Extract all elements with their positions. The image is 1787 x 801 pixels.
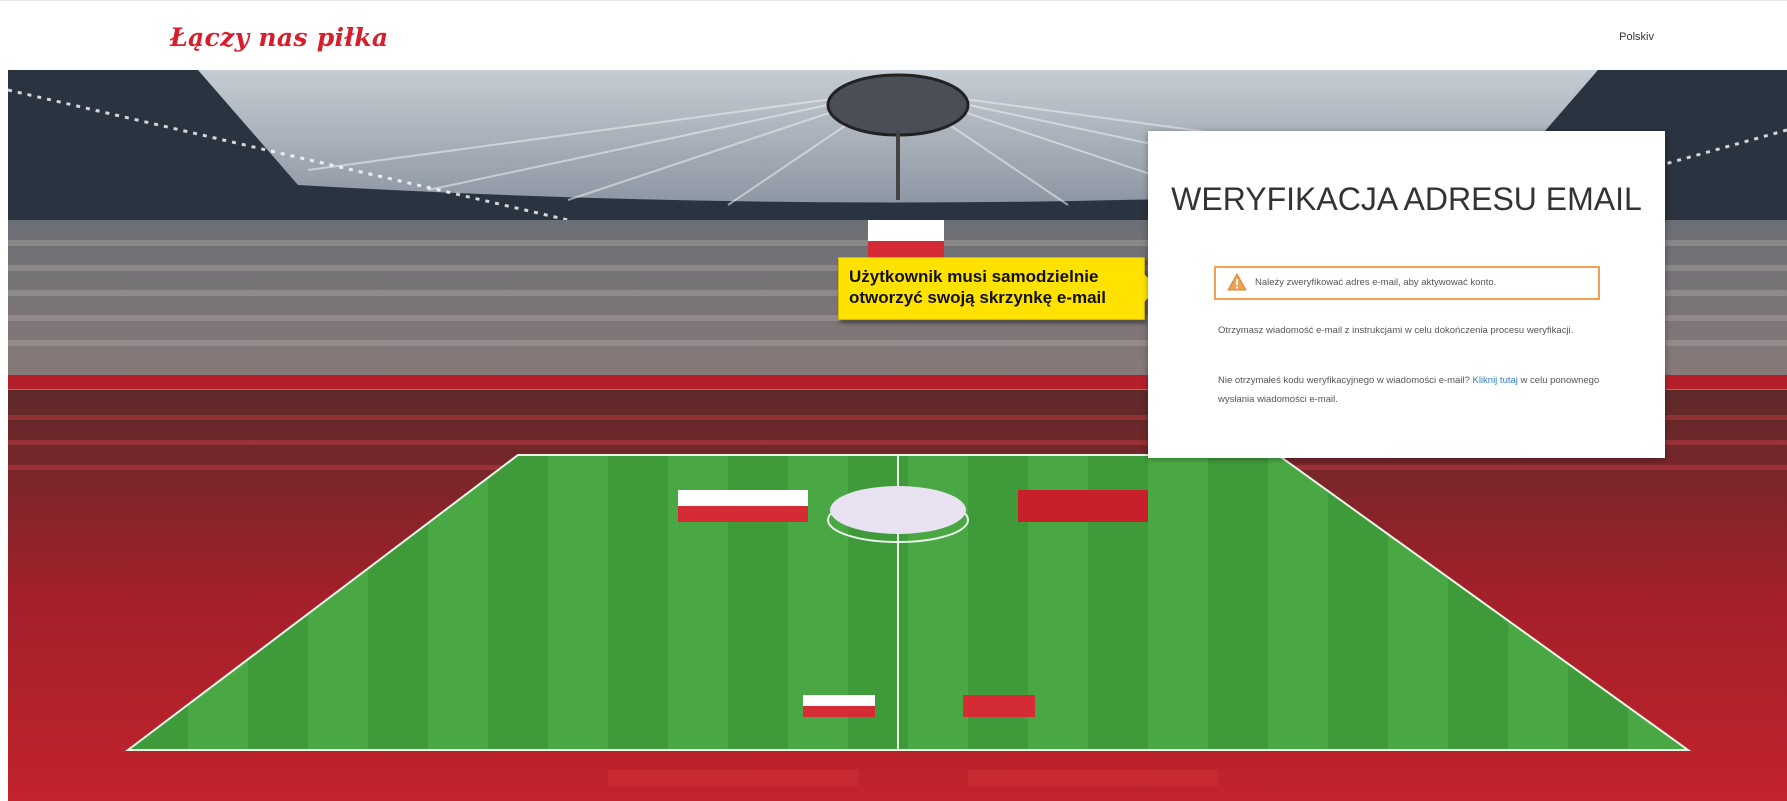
- verification-info-text: Otrzymasz wiadomość e-mail z instrukcjam…: [1218, 325, 1574, 336]
- callout-text: Użytkownik musi samodzielnie otworzyć sw…: [849, 267, 1106, 307]
- warning-alert: Należy zweryfikować adres e-mail, aby ak…: [1214, 266, 1600, 300]
- warning-text: Należy zweryfikować adres e-mail, aby ak…: [1255, 277, 1497, 288]
- warning-icon: [1227, 273, 1247, 291]
- language-selector[interactable]: Polskiv: [1619, 31, 1654, 43]
- resend-link[interactable]: Kliknij tutaj: [1472, 375, 1517, 386]
- resend-prefix-text: Nie otrzymałeś kodu weryfikacyjnego w wi…: [1218, 375, 1470, 386]
- site-logo[interactable]: Łączy nas piłka: [170, 23, 388, 52]
- resend-info: Nie otrzymałeś kodu weryfikacyjnego w wi…: [1218, 371, 1608, 409]
- top-navigation-bar: Łączy nas piłka Polskiv: [0, 0, 1787, 71]
- email-verification-card: WERYFIKACJA ADRESU EMAIL Należy zweryfik…: [1148, 131, 1665, 458]
- instruction-callout: Użytkownik musi samodzielnie otworzyć sw…: [838, 257, 1158, 320]
- page-title: WERYFIKACJA ADRESU EMAIL: [1171, 181, 1642, 217]
